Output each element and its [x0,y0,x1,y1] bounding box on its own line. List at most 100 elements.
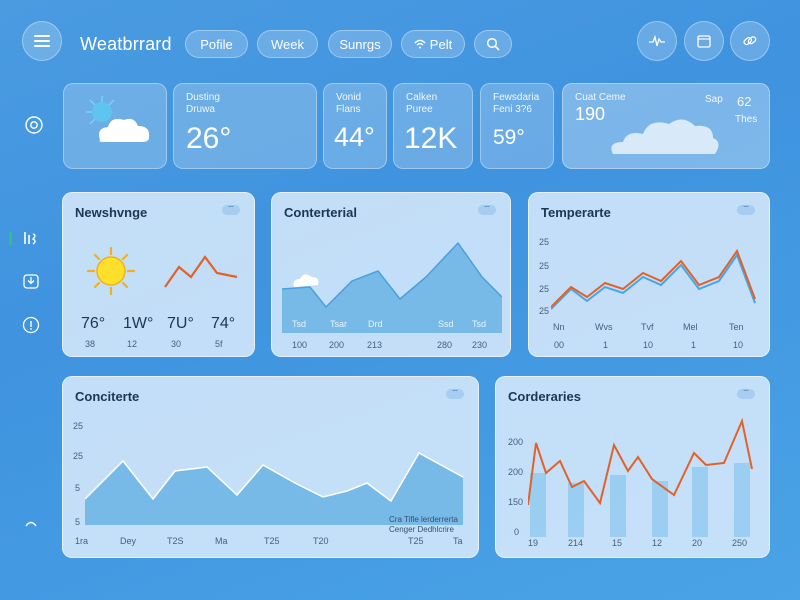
large-x-1: 1ra [75,536,89,546]
temp-x-day-5: Ten [729,322,744,332]
forecast-temp-4: 74° [211,315,236,332]
large-y-1: 25 [73,421,84,431]
temperature-panel-title: Temperarte [541,205,611,220]
sidebar-item-collapse[interactable] [20,512,42,534]
bars-x-1: 19 [528,538,539,548]
gear-icon [25,116,43,134]
large-x-4: Ma [215,536,228,546]
area-panel: Conterterial ˇˇ Tsd Tsar Drd Ssd Tsd 100… [271,192,511,357]
link-icon [743,36,757,46]
menu-button[interactable] [22,21,62,61]
tab-week[interactable]: Week [257,30,318,58]
area-panel-title: Conterterial [284,205,357,220]
large-x-2: Dey [120,536,137,546]
stat-label-2: Vonid Flans [336,92,362,115]
stat-value-5: 190 [575,104,606,124]
stat-value-1: 26° [186,122,232,155]
sidebar-item-stats[interactable] [20,227,42,249]
temp-x-day-1: Nn [553,322,565,332]
chevron-up-icon [25,521,37,527]
tab-profile-label: Pofile [200,36,233,52]
bars-combo-chart [528,417,753,537]
link-button[interactable] [730,21,770,61]
large-area-chart [85,451,464,525]
download-icon [23,274,39,289]
large-x-8: Ta [453,536,463,546]
sidebar-item-download[interactable] [20,270,42,292]
large-x-3: T2S [167,536,184,546]
stat-card-3[interactable]: Calken Puree 12K [393,83,473,169]
area-x-2: 200 [329,340,345,350]
stat-card-2[interactable]: Vonid Flans 44° [323,83,387,169]
large-note: Cra Tifle lerderrerta Cenger Dedhlcrire [389,515,458,534]
temp-x-val-1: 00 [554,340,565,350]
area-inner-2: Tsar [330,319,348,329]
temp-x-day-3: Tvf [641,322,654,332]
forecast-sub-4: 5f [215,339,223,349]
area-x-4: 280 [437,340,453,350]
calendar-icon [697,35,711,48]
tab-settings-label: Sunrgs [339,36,381,52]
stat-label-3: Calken Puree [406,92,438,115]
hamburger-icon [34,35,50,47]
cloud-icon [611,119,719,154]
activity-button[interactable] [637,21,677,61]
stat-value-4: 59° [493,126,525,149]
forecast-sub-2: 12 [127,339,138,349]
calendar-button[interactable] [684,21,724,61]
forecast-sub-3: 30 [171,339,182,349]
tab-pelt[interactable]: Pelt [401,30,465,58]
stat-card-1[interactable]: Dusting Druwa 26° [173,83,317,169]
active-indicator [9,231,12,245]
stat-value-3: 12K [404,122,458,155]
large-y-4: 5 [75,517,81,527]
bars-x-2: 214 [568,538,584,548]
large-panel-title: Conciterte [75,389,140,404]
stat-label-1: Dusting Druwa [186,92,220,115]
bars-panel-title: Corderaries [508,389,581,404]
search-button[interactable] [474,30,512,58]
large-x-5: T25 [264,536,280,546]
pulse-icon [649,34,665,47]
forecast-temp-1: 76° [81,315,106,332]
tab-pelt-label: Pelt [429,36,453,52]
bars-y-2: 200 [508,467,524,477]
stat-card-4[interactable]: Fewsdaria Feni 3?6 59° [480,83,554,169]
tab-settings[interactable]: Sunrgs [328,30,392,58]
forecast-panel: Newshvnge ˇˇ 76° 1W° 7U° 74° 38 12 30 5f [62,192,255,357]
sidebar-item-settings[interactable] [23,114,45,136]
tab-profile[interactable]: Pofile [185,30,248,58]
large-panel-menu[interactable]: ˇˇ [446,389,464,399]
temp-x-day-2: Wvs [595,322,613,332]
temperature-line-chart [551,248,756,310]
search-icon [486,37,500,51]
area-inner-3: Drd [368,319,383,329]
tab-week-label: Week [271,36,304,52]
area-chart [282,241,502,333]
stats-icon [24,232,36,245]
current-weather-card[interactable] [63,83,167,169]
bars-panel: Corderaries ˇˇ 200 200 150 0 19 214 15 1… [495,376,770,558]
bars-x-6: 250 [732,538,748,548]
large-y-2: 25 [73,451,84,461]
stat-side-label-5: Thes [735,114,758,125]
stat-label-4: Fewsdaria Feni 3?6 [493,92,540,115]
bars-panel-menu[interactable]: ˇˇ [737,389,755,399]
temp-x-val-4: 1 [691,340,697,350]
forecast-panel-menu[interactable]: ˇˇ [222,205,240,215]
stat-card-5[interactable]: Cuat Ceme 190 Sap 62 Thes [562,83,770,169]
app-title: Weatbrrard [80,34,172,54]
partly-cloudy-icon [86,96,150,142]
temp-x-val-2: 1 [603,340,609,350]
temp-x-day-4: Mel [683,322,698,332]
stat-value-2: 44° [334,122,375,152]
temp-x-val-5: 10 [733,340,744,350]
large-y-3: 5 [75,483,81,493]
temperature-panel-menu[interactable]: ˇˇ [737,205,755,215]
area-x-1: 100 [292,340,308,350]
temp-y-3: 25 [539,284,550,294]
stat-tag-5: Sap [705,94,723,105]
sidebar-item-info[interactable] [20,314,42,336]
bars-x-5: 20 [692,538,703,548]
area-panel-menu[interactable]: ˇˇ [478,205,496,215]
